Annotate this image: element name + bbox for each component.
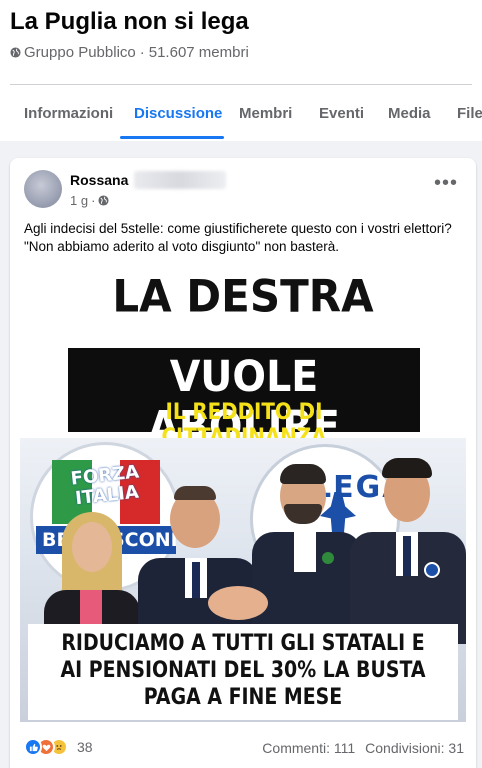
lapel-pin — [424, 562, 440, 578]
active-tab-indicator — [120, 136, 224, 139]
post-footer: 38 Commenti: 111 Condivisioni: 31 — [10, 728, 476, 768]
politicians-photo: FORZA ITALIA BERLUSCONI LEGA — [20, 438, 466, 722]
group-privacy: Gruppo Pubblico — [24, 44, 136, 61]
redacted-surname — [134, 171, 227, 189]
comments-count[interactable]: Commenti: 111 — [262, 740, 355, 756]
author-avatar[interactable] — [24, 170, 62, 208]
group-title[interactable]: La Puglia non si lega — [10, 8, 249, 36]
image-caption: RIDUCIAMO A TUTTI GLI STATALI E AI PENSI… — [60, 631, 426, 710]
lapel-pin — [322, 552, 334, 564]
post-image[interactable]: LA DESTRA VUOLE ABOLIRE IL REDDITO DI CI… — [10, 262, 476, 726]
reactions-count: 38 — [77, 739, 93, 755]
like-icon — [24, 738, 42, 756]
group-members-count[interactable]: 51.607 membri — [149, 44, 249, 61]
post-timestamp: 1 g · — [70, 193, 109, 208]
post-text: Agli indecisi del 5stelle: come giustifi… — [24, 221, 452, 254]
tab-eventi[interactable]: Eventi — [319, 105, 364, 122]
person-4 — [350, 458, 466, 644]
image-black-banner: VUOLE ABOLIRE IL REDDITO DI CITTADINANZA — [68, 348, 420, 452]
person-3 — [252, 462, 362, 642]
reactions-summary[interactable]: 38 — [24, 738, 93, 756]
group-tabs: Informazioni Discussione Membri Eventi M… — [0, 85, 482, 141]
author-name[interactable]: Rossana — [70, 172, 128, 188]
meta-separator: · — [139, 44, 145, 61]
tab-discussione[interactable]: Discussione — [134, 105, 222, 122]
person-1 — [36, 510, 146, 650]
author-row: Rossana — [70, 171, 227, 189]
tab-file[interactable]: File — [457, 105, 482, 122]
group-meta: Gruppo Pubblico · 51.607 membri — [10, 44, 249, 61]
tab-media[interactable]: Media — [388, 105, 431, 122]
globe-icon — [10, 47, 21, 58]
globe-icon — [98, 195, 109, 206]
post-time[interactable]: 1 g — [70, 193, 88, 208]
shares-count[interactable]: Condivisioni: 31 — [365, 740, 464, 756]
group-header: La Puglia non si lega Gruppo Pubblico · … — [0, 0, 482, 84]
post-stats: Commenti: 111 Condivisioni: 31 — [262, 740, 464, 756]
joined-hands — [208, 586, 268, 620]
tab-membri[interactable]: Membri — [239, 105, 292, 122]
post-card: Rossana 1 g · ••• Agli indecisi del 5ste… — [10, 158, 476, 768]
tab-informazioni[interactable]: Informazioni — [24, 105, 113, 122]
image-headline-top: LA DESTRA — [112, 270, 374, 323]
more-options-button[interactable]: ••• — [432, 173, 460, 196]
image-caption-box: RIDUCIAMO A TUTTI GLI STATALI E AI PENSI… — [28, 624, 458, 720]
time-separator: · — [91, 193, 96, 208]
